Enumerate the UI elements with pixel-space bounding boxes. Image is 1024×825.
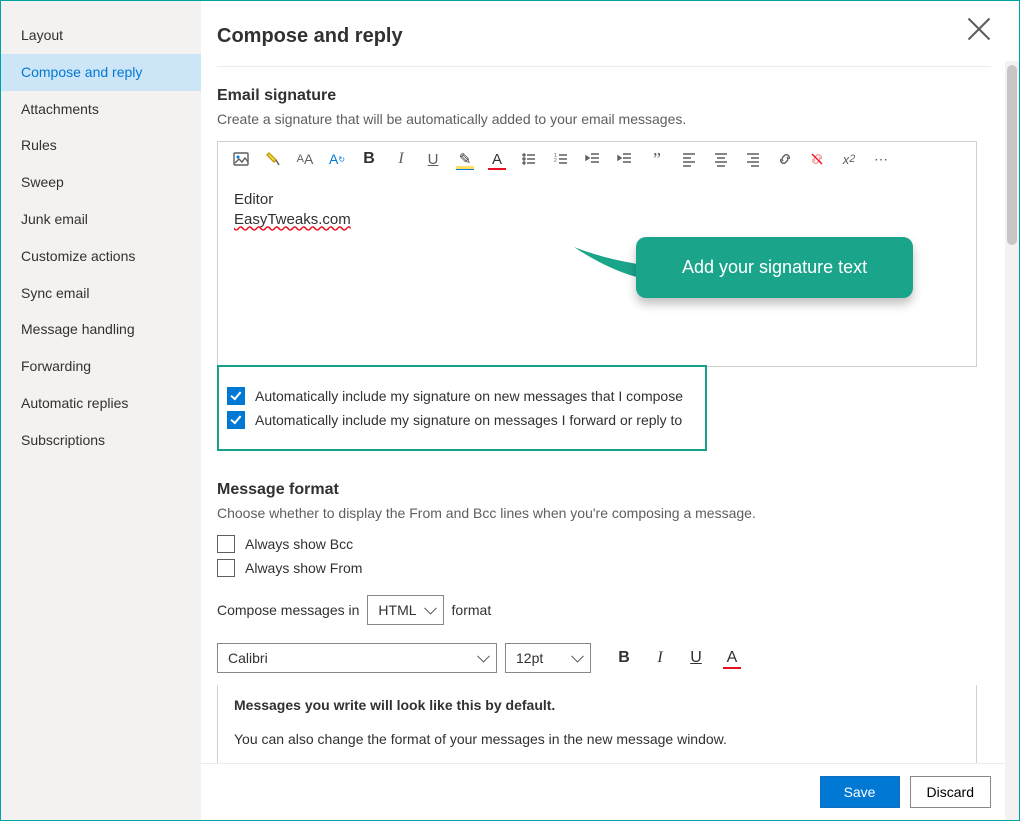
scrollbar[interactable] — [1005, 61, 1019, 820]
font-size-select[interactable]: 12pt — [505, 643, 591, 673]
settings-sidebar: Layout Compose and reply Attachments Rul… — [1, 1, 201, 820]
footer-actions: Save Discard — [201, 763, 1019, 820]
default-style-toolbar: B I U A — [615, 649, 741, 667]
compose-format-suffix: format — [452, 602, 492, 618]
message-format-description: Choose whether to display the From and B… — [217, 505, 991, 521]
checkbox-include-reply[interactable] — [227, 411, 245, 429]
font-size-down-icon[interactable]: A↻ — [328, 150, 346, 168]
default-font-color-icon[interactable]: A — [723, 649, 741, 667]
svg-text:2: 2 — [554, 158, 557, 164]
align-left-icon[interactable] — [680, 150, 698, 168]
callout-tooltip: Add your signature text — [636, 237, 913, 298]
sidebar-item-compose-and-reply[interactable]: Compose and reply — [1, 54, 201, 91]
sidebar-item-sync-email[interactable]: Sync email — [1, 275, 201, 312]
font-family-select[interactable]: Calibri — [217, 643, 497, 673]
sidebar-item-junk-email[interactable]: Junk email — [1, 201, 201, 238]
save-button[interactable]: Save — [820, 776, 900, 808]
sidebar-item-sweep[interactable]: Sweep — [1, 164, 201, 201]
sidebar-item-message-handling[interactable]: Message handling — [1, 311, 201, 348]
scrollbar-thumb[interactable] — [1007, 65, 1017, 245]
decrease-indent-icon[interactable] — [584, 150, 602, 168]
default-italic-icon[interactable]: I — [651, 649, 669, 667]
font-color-icon[interactable]: A — [488, 150, 506, 168]
superscript-icon[interactable]: x2 — [840, 150, 858, 168]
bulleted-list-icon[interactable] — [520, 150, 538, 168]
signature-line-1: Editor — [234, 190, 960, 210]
font-size-icon[interactable]: AA — [296, 150, 314, 168]
checkbox-show-bcc-label: Always show Bcc — [245, 536, 353, 552]
more-icon[interactable]: ⋯ — [872, 150, 890, 168]
sidebar-item-subscriptions[interactable]: Subscriptions — [1, 422, 201, 459]
main-panel: Compose and reply Email signature Create… — [201, 1, 1019, 820]
underline-icon[interactable]: U — [424, 150, 442, 168]
signature-line-2: EasyTweaks.com — [234, 210, 960, 230]
insert-image-icon[interactable] — [232, 150, 250, 168]
checkbox-include-reply-label: Automatically include my signature on me… — [255, 412, 682, 428]
email-signature-heading: Email signature — [217, 87, 991, 105]
italic-icon[interactable]: I — [392, 150, 410, 168]
quote-icon[interactable]: ” — [648, 150, 666, 168]
checkbox-show-from[interactable] — [217, 559, 235, 577]
compose-format-prefix: Compose messages in — [217, 602, 359, 618]
sidebar-item-forwarding[interactable]: Forwarding — [1, 348, 201, 385]
checkbox-show-bcc[interactable] — [217, 535, 235, 553]
bold-icon[interactable]: B — [360, 150, 378, 168]
divider — [217, 66, 991, 67]
sidebar-item-layout[interactable]: Layout — [1, 17, 201, 54]
compose-format-select[interactable]: HTML — [367, 595, 443, 625]
default-style-preview: Messages you write will look like this b… — [217, 685, 977, 763]
page-title: Compose and reply — [217, 25, 991, 48]
checkbox-include-new[interactable] — [227, 387, 245, 405]
sidebar-item-customize-actions[interactable]: Customize actions — [1, 238, 201, 275]
checkbox-show-from-label: Always show From — [245, 560, 362, 576]
discard-button[interactable]: Discard — [910, 776, 991, 808]
highlight-icon[interactable]: ✎ — [456, 150, 474, 168]
format-painter-icon[interactable] — [264, 150, 282, 168]
checkbox-include-new-label: Automatically include my signature on ne… — [255, 388, 683, 404]
message-format-heading: Message format — [217, 481, 991, 499]
align-right-icon[interactable] — [744, 150, 762, 168]
default-underline-icon[interactable]: U — [687, 649, 705, 667]
align-center-icon[interactable] — [712, 150, 730, 168]
email-signature-description: Create a signature that will be automati… — [217, 111, 991, 127]
sidebar-item-rules[interactable]: Rules — [1, 127, 201, 164]
signature-options-highlight: Automatically include my signature on ne… — [217, 365, 707, 451]
preview-line-2: You can also change the format of your m… — [234, 731, 960, 747]
signature-toolbar: AA A↻ B I U ✎ A 12 ” x — [218, 142, 976, 176]
sidebar-item-automatic-replies[interactable]: Automatic replies — [1, 385, 201, 422]
increase-indent-icon[interactable] — [616, 150, 634, 168]
close-icon[interactable] — [965, 15, 993, 43]
preview-line-1: Messages you write will look like this b… — [234, 697, 960, 713]
insert-link-icon[interactable] — [776, 150, 794, 168]
sidebar-item-attachments[interactable]: Attachments — [1, 91, 201, 128]
remove-link-icon[interactable] — [808, 150, 826, 168]
numbered-list-icon[interactable]: 12 — [552, 150, 570, 168]
default-bold-icon[interactable]: B — [615, 649, 633, 667]
